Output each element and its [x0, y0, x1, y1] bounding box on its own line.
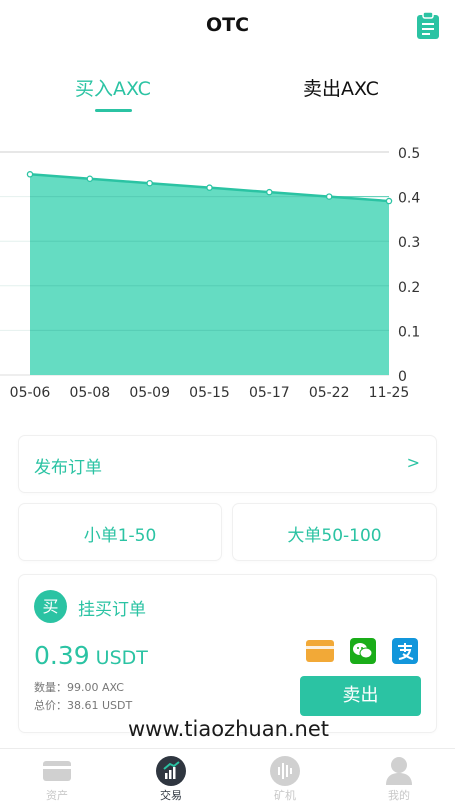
- chevron-right-icon: >: [406, 453, 420, 472]
- large-order-label: 大单50-100: [287, 526, 382, 546]
- trade-tabs: 买入AXC 卖出AXC: [0, 66, 455, 116]
- tabbar-label-trade: 交易: [160, 789, 182, 802]
- x-tick-label: 05-06: [10, 385, 51, 401]
- x-tick-label: 05-09: [129, 385, 170, 401]
- price-chart-svg: 0 0.1 0.2 0.3 0.4 0.5 05-06 05-08 05-09 05-15 05-1…: [0, 146, 420, 401]
- data-point: [266, 188, 273, 196]
- tabbar-label-profile: 我的: [388, 789, 410, 802]
- order-total: 总价：38.61 USDT: [34, 699, 133, 712]
- bank-card-icon: [306, 640, 334, 662]
- y-tick-label: 0.5: [398, 146, 420, 162]
- tabbar-item-profile[interactable]: 我的: [342, 749, 455, 811]
- order-price: 0.39 USDT: [34, 641, 148, 670]
- x-tick-label: 05-17: [249, 385, 290, 401]
- tabbar-item-trade[interactable]: 交易: [114, 749, 228, 811]
- publish-order-button[interactable]: 发布订单 >: [19, 436, 436, 492]
- active-tab-indicator: [95, 109, 132, 112]
- wallet-icon: [43, 761, 71, 781]
- x-tick-label: 05-22: [309, 385, 350, 401]
- order-quantity: 数量：99.00 AXC: [34, 681, 124, 694]
- tab-buy-axc[interactable]: 买入AXC: [38, 74, 188, 101]
- header: OTC: [0, 0, 455, 52]
- data-point: [26, 171, 34, 178]
- data-point: [206, 184, 213, 191]
- alipay-icon: [392, 638, 418, 664]
- price-chart: 0 0.1 0.2 0.3 0.4 0.5 05-06 05-08 05-09 05-15 05-1…: [0, 140, 455, 410]
- miner-icon: [270, 756, 300, 786]
- y-tick-label: 0.1: [398, 324, 420, 340]
- page-title: OTC: [205, 14, 250, 36]
- clipboard-icon[interactable]: [416, 12, 440, 40]
- x-tick-label: 05-08: [69, 385, 110, 401]
- data-point: [325, 193, 333, 200]
- publish-order-label: 发布订单: [34, 458, 102, 478]
- tabbar-label-miner: 矿机: [274, 789, 296, 802]
- x-tick-label: 11-25: [369, 385, 410, 401]
- sell-button[interactable]: 卖出: [300, 676, 421, 716]
- y-tick-label: 0.3: [398, 235, 420, 251]
- trade-chart-icon: [156, 756, 186, 786]
- tabbar-item-miner[interactable]: 矿机: [228, 749, 342, 811]
- bottom-tabbar: 资产 交易 矿机 我的: [0, 749, 455, 811]
- profile-icon: [386, 757, 412, 785]
- buy-badge: 买: [34, 590, 67, 623]
- y-tick-label: 0: [398, 369, 407, 385]
- x-tick-label: 05-15: [189, 385, 230, 401]
- wechat-pay-icon: [350, 638, 376, 664]
- small-order-button[interactable]: 小单1-50: [19, 504, 221, 560]
- buy-order-card: 买 挂买订单 0.39 USDT 数量：99.00 AXC 总价：38.61 US…: [19, 575, 436, 732]
- large-order-button[interactable]: 大单50-100: [233, 504, 436, 560]
- price-unit: USDT: [95, 647, 148, 669]
- tabbar-item-assets[interactable]: 资产: [0, 749, 114, 811]
- y-tick-label: 0.2: [398, 280, 420, 296]
- area-fill: [30, 174, 389, 375]
- data-point: [146, 179, 153, 187]
- watermark: www.tiaozhuan.net: [128, 717, 330, 741]
- tab-sell-axc[interactable]: 卖出AXC: [266, 74, 416, 101]
- tabbar-label-assets: 资产: [46, 789, 68, 802]
- small-order-label: 小单1-50: [83, 526, 157, 546]
- price-value: 0.39: [34, 641, 90, 670]
- buy-order-title: 挂买订单: [78, 600, 146, 620]
- y-tick-label: 0.4: [398, 191, 420, 207]
- data-point: [385, 197, 393, 205]
- data-point: [86, 175, 94, 183]
